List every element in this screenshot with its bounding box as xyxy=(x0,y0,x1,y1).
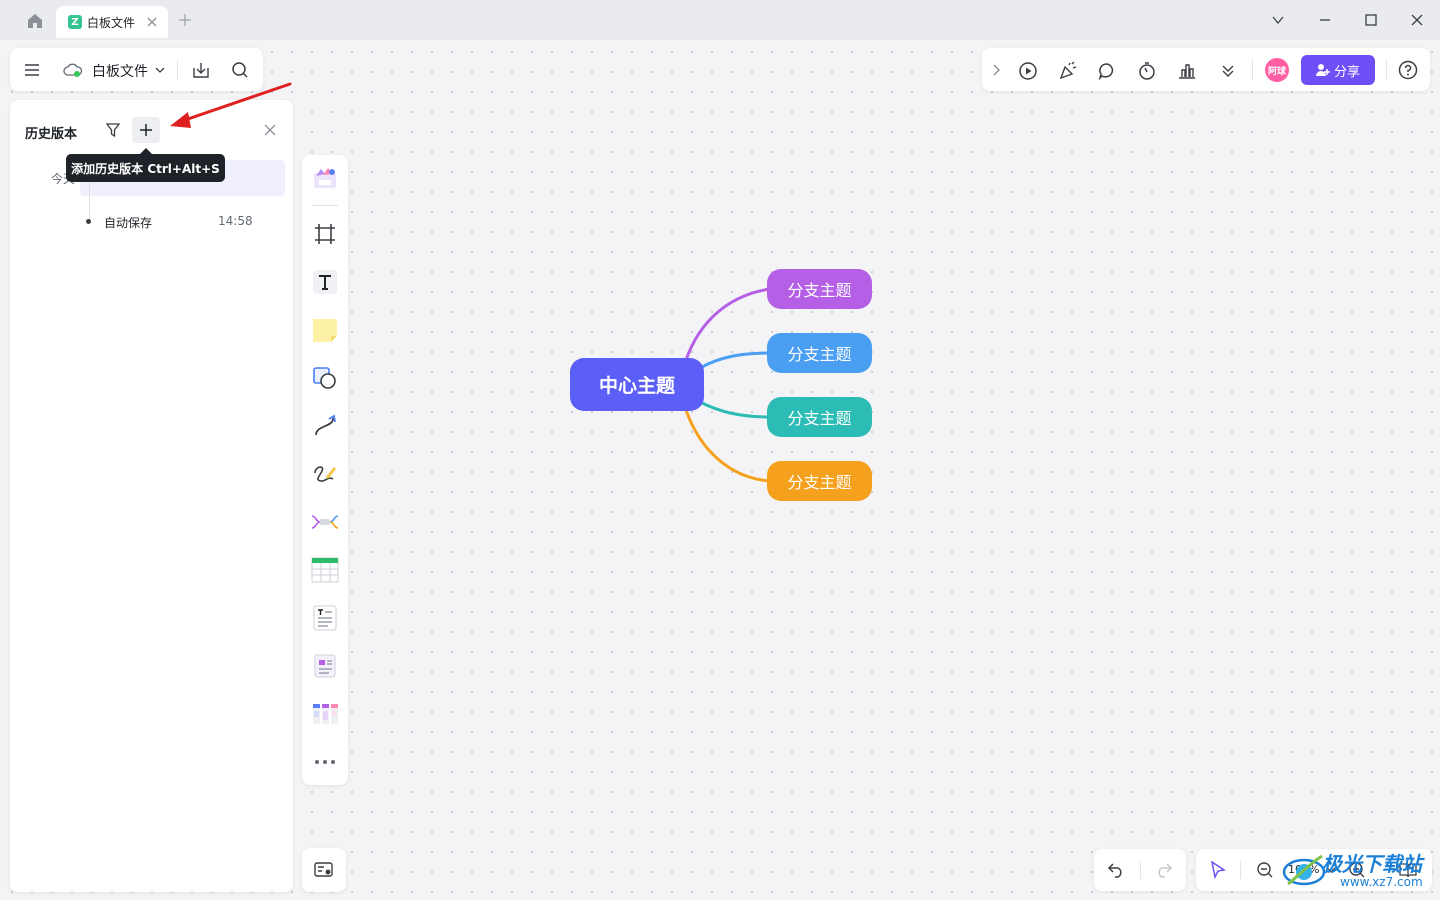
branch-connector xyxy=(684,287,771,361)
book-icon[interactable] xyxy=(1396,860,1420,880)
zoom-bar: 100% xyxy=(1196,849,1432,891)
mindmap-center-topic[interactable]: 中心主题 xyxy=(570,358,704,411)
mindmap-branch-topic[interactable]: 分支主题 xyxy=(767,333,872,373)
mindmap-branch-topic[interactable]: 分支主题 xyxy=(767,461,872,501)
mindmap-connectors xyxy=(684,287,771,483)
undo-redo-bar xyxy=(1094,849,1186,891)
undo-icon[interactable] xyxy=(1104,859,1128,881)
mindmap-branch-topic[interactable]: 分支主题 xyxy=(767,269,872,309)
branch-connector xyxy=(684,409,771,483)
redo-icon[interactable] xyxy=(1152,859,1176,881)
zoom-level[interactable]: 100% xyxy=(1288,863,1319,876)
branch-connector xyxy=(699,400,771,419)
zoom-out-icon[interactable] xyxy=(1254,860,1276,880)
zoom-in-icon[interactable] xyxy=(1346,860,1368,880)
chevron-down-icon[interactable] xyxy=(1324,861,1338,879)
divider xyxy=(1240,861,1241,879)
branch-connector xyxy=(699,351,771,370)
divider xyxy=(1140,861,1141,879)
mindmap-branch-topic[interactable]: 分支主题 xyxy=(767,397,872,437)
cursor-icon[interactable] xyxy=(1206,859,1230,881)
